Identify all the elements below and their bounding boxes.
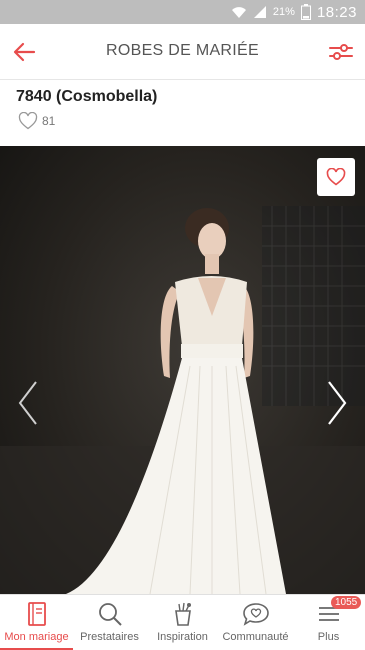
chevron-left-icon xyxy=(18,381,37,425)
product-title: 7840 (Cosmobella) xyxy=(16,88,158,105)
nav-plus[interactable]: 1055 Plus xyxy=(292,595,365,650)
heart-outline-icon xyxy=(326,168,346,186)
inspiration-icon xyxy=(174,602,191,626)
chevron-right-icon xyxy=(328,381,347,425)
previous-photo-button[interactable] xyxy=(14,378,44,428)
battery-icon xyxy=(300,4,311,20)
notification-badge: 1055 xyxy=(331,596,362,609)
back-button[interactable] xyxy=(8,36,40,68)
page-title: ROBES DE MARIÉE xyxy=(106,42,259,59)
search-icon xyxy=(98,603,122,626)
notebook-icon xyxy=(27,602,46,626)
sliders-icon xyxy=(329,44,353,60)
favorite-button[interactable] xyxy=(317,158,355,196)
nav-label: Prestataires xyxy=(80,631,139,643)
dress-photo[interactable] xyxy=(0,146,365,594)
nav-label: Mon mariage xyxy=(4,631,69,643)
nav-label: Communauté xyxy=(222,631,289,643)
arrow-left-icon xyxy=(13,42,36,62)
status-bar: 21% 18:23 xyxy=(0,0,365,24)
next-photo-button[interactable] xyxy=(321,378,351,428)
likes-count: 81 xyxy=(42,114,56,128)
nav-communaute[interactable]: Communauté xyxy=(219,595,292,650)
nav-label: Plus xyxy=(317,631,340,643)
dress-photo-scene xyxy=(0,206,365,594)
nav-label: Inspiration xyxy=(157,631,208,643)
nav-prestataires[interactable]: Prestataires xyxy=(73,595,146,650)
filter-button[interactable] xyxy=(325,36,357,68)
signal-icon xyxy=(253,6,266,18)
heart-outline-icon xyxy=(18,112,38,130)
likes-counter[interactable]: 81 xyxy=(18,112,55,130)
chat-heart-icon xyxy=(242,603,269,626)
battery-percent: 21% xyxy=(272,6,295,18)
bottom-navigation: Mon mariage Prestataires Inspiration Com… xyxy=(0,594,365,650)
wifi-icon xyxy=(231,7,246,18)
clock: 18:23 xyxy=(316,3,357,21)
app-bar: ROBES DE MARIÉE xyxy=(0,24,365,80)
nav-mon-mariage[interactable]: Mon mariage xyxy=(0,595,73,650)
status-icons: 21% 18:23 xyxy=(231,2,357,22)
nav-inspiration[interactable]: Inspiration xyxy=(146,595,219,650)
background-window xyxy=(262,206,365,406)
